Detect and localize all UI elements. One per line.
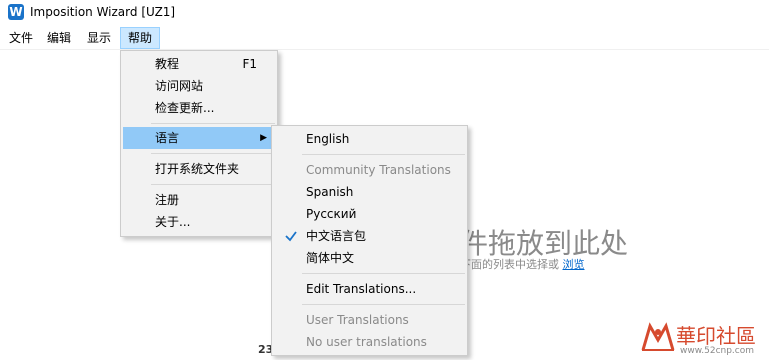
menu-help[interactable]: 帮助	[120, 27, 161, 49]
drop-zone-subtext-label: 下面的列表中选择或	[460, 258, 563, 271]
menu-edit[interactable]: 编辑	[40, 27, 78, 49]
menu-file[interactable]: 文件	[2, 27, 40, 49]
menu-item-tutorial-label: 教程	[155, 57, 180, 71]
community-translations-header-label: Community Translations	[306, 163, 451, 177]
language-item-russian-label: Русский	[306, 207, 357, 221]
language-item-russian[interactable]: Русский	[274, 203, 465, 225]
watermark-url: www.52cnp.com	[680, 346, 755, 356]
language-submenu: English Community Translations Spanish Р…	[271, 125, 468, 356]
language-item-spanish-label: Spanish	[306, 185, 354, 199]
menu-separator	[151, 153, 275, 154]
menu-separator	[151, 123, 275, 124]
menu-separator	[302, 273, 465, 274]
menu-item-tutorial[interactable]: 教程 F1	[123, 53, 275, 75]
title-bar: W Imposition Wizard [UZ1]	[0, 0, 769, 26]
menu-view[interactable]: 显示	[80, 27, 118, 49]
menu-item-edit-translations-label: Edit Translations...	[306, 282, 417, 296]
menu-item-check-updates-label: 检查更新...	[155, 101, 215, 115]
menu-item-register[interactable]: 注册	[123, 189, 275, 211]
menu-item-language[interactable]: 语言 ▶	[123, 127, 275, 149]
checkmark-icon	[285, 231, 297, 242]
menu-item-edit-translations[interactable]: Edit Translations...	[274, 278, 465, 300]
language-item-english-label: English	[306, 132, 350, 146]
watermark: 華印社區 www.52cnp.com	[640, 318, 768, 358]
menu-item-visit-website-label: 访问网站	[155, 79, 204, 93]
menu-item-about[interactable]: 关于...	[123, 211, 275, 233]
language-item-simplified-chinese[interactable]: 简体中文	[274, 247, 465, 269]
language-item-chinese-pack-label: 中文语言包	[306, 229, 367, 243]
window-title: Imposition Wizard [UZ1]	[30, 5, 176, 19]
app-icon: W	[8, 4, 24, 20]
menu-item-visit-website[interactable]: 访问网站	[123, 75, 275, 97]
drop-zone-subtext: 下面的列表中选择或 浏览	[460, 256, 585, 272]
browse-link[interactable]: 浏览	[563, 258, 585, 271]
language-item-chinese-pack[interactable]: 中文语言包	[274, 225, 465, 247]
menu-bar: 文件 编辑 显示 帮助	[0, 27, 769, 50]
help-menu: 教程 F1 访问网站 检查更新... 语言 ▶ 打开系统文件夹 注册 关于...	[120, 50, 278, 237]
community-translations-header: Community Translations	[274, 159, 465, 181]
menu-item-tutorial-shortcut: F1	[242, 57, 257, 71]
submenu-arrow-icon: ▶	[260, 133, 267, 143]
user-translations-header: User Translations	[274, 309, 465, 331]
menu-item-open-system-folder[interactable]: 打开系统文件夹	[123, 158, 275, 180]
menu-item-register-label: 注册	[155, 193, 180, 207]
no-user-translations: No user translations	[274, 331, 465, 353]
no-user-translations-label: No user translations	[306, 335, 427, 349]
watermark-logo-icon	[641, 322, 675, 351]
menu-item-check-updates[interactable]: 检查更新...	[123, 97, 275, 119]
menu-separator	[302, 154, 465, 155]
user-translations-header-label: User Translations	[306, 313, 409, 327]
language-item-simplified-chinese-label: 简体中文	[306, 251, 355, 265]
menu-item-open-system-folder-label: 打开系统文件夹	[155, 162, 240, 176]
menu-separator	[302, 304, 465, 305]
language-item-spanish[interactable]: Spanish	[274, 181, 465, 203]
language-item-english[interactable]: English	[274, 128, 465, 150]
watermark-text: 華印社區	[676, 324, 756, 348]
menu-item-about-label: 关于...	[155, 215, 191, 229]
menu-item-language-label: 语言	[155, 131, 180, 145]
menu-separator	[151, 184, 275, 185]
